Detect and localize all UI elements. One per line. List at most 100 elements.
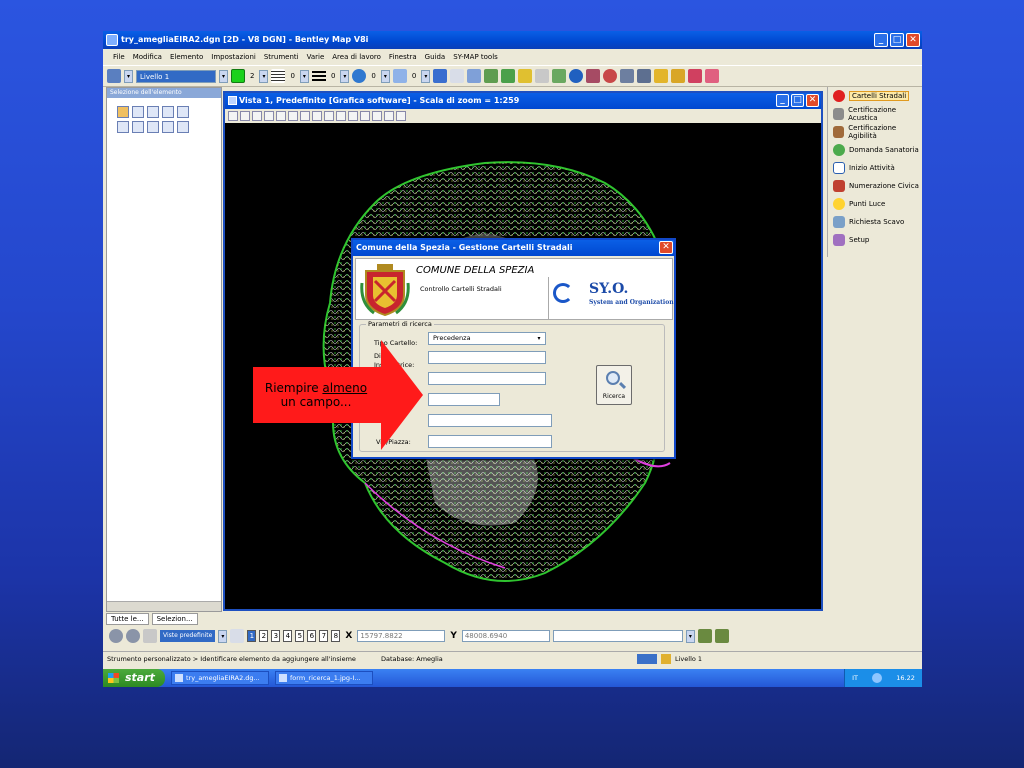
no-entry-icon[interactable] [603, 69, 618, 83]
view-close-button[interactable]: ✕ [806, 94, 819, 107]
menu-impostazioni[interactable]: Impostazioni [207, 53, 260, 61]
window-area-icon[interactable] [300, 111, 310, 121]
camera-icon[interactable] [396, 111, 406, 121]
view-5-button[interactable]: 5 [295, 630, 305, 642]
lock-icon[interactable] [654, 69, 669, 83]
swap-icon[interactable] [697, 629, 712, 643]
task-richiesta-scavo[interactable]: Richiesta Scavo [828, 213, 922, 231]
panel-scrollbar[interactable] [107, 601, 221, 611]
pan-view-icon[interactable] [336, 111, 346, 121]
view-3-button[interactable]: 3 [271, 630, 281, 642]
view-1-button[interactable]: 1 [247, 630, 257, 642]
tool-red-icon[interactable] [688, 69, 703, 83]
lock-status-icon[interactable] [661, 653, 671, 664]
task-punti-luce[interactable]: Punti Luce [828, 195, 922, 213]
level-display-icon[interactable] [107, 69, 121, 83]
view-2-button[interactable]: 2 [259, 630, 269, 642]
menu-file[interactable]: File [109, 53, 129, 61]
view-4-button[interactable]: 4 [283, 630, 293, 642]
polygon-icon[interactable] [484, 69, 499, 83]
menu-varie[interactable]: Varie [303, 53, 329, 61]
line-weight-icon[interactable] [311, 69, 326, 83]
select-arrow-icon[interactable] [117, 106, 129, 118]
search-field-5-input[interactable] [428, 414, 552, 427]
tag-icon[interactable] [552, 69, 567, 83]
select-shape-icon[interactable] [147, 106, 159, 118]
menu-finestra[interactable]: Finestra [385, 53, 421, 61]
zoom-out-icon[interactable] [288, 111, 298, 121]
select-mode-invert-icon[interactable] [162, 121, 174, 133]
x-coordinate-field[interactable]: 15797.8822 [357, 630, 446, 642]
unlock-icon[interactable] [671, 69, 686, 83]
network-icon[interactable] [872, 673, 883, 683]
title-bar[interactable]: try_amegliaEIRA2.dgn [2D - V8 DGN] - Ben… [103, 31, 922, 49]
transparency-icon[interactable] [352, 69, 367, 83]
tab-selezion[interactable]: Selezion... [151, 613, 198, 625]
maximize-button[interactable]: □ [890, 33, 904, 47]
menu-sy-map-tools[interactable]: SY-MAP tools [449, 53, 502, 61]
forward-icon[interactable] [126, 629, 140, 643]
ditta-installatrice-input[interactable] [428, 351, 546, 364]
task-cartelli-stradali[interactable]: Cartelli Stradali [828, 87, 922, 105]
menu-area-di-lavoro[interactable]: Area di lavoro [328, 53, 385, 61]
copy-view-icon[interactable] [372, 111, 382, 121]
accudraw-dropdown[interactable]: ▾ [685, 629, 695, 643]
sy-map-tool-1-icon[interactable] [620, 69, 635, 83]
color-dropdown[interactable]: ▾ [259, 69, 269, 83]
grid-icon[interactable] [586, 69, 601, 83]
tab-tutte[interactable]: Tutte le... [106, 613, 149, 625]
element-selection-icon[interactable] [433, 69, 448, 83]
tipo-cartello-select[interactable]: Precedenza ▾ [428, 332, 546, 345]
select-circle-icon[interactable] [162, 106, 174, 118]
path-icon[interactable] [143, 629, 157, 643]
line-style-dropdown[interactable]: ▾ [299, 69, 309, 83]
task-certificazione-agibilita[interactable]: Certificazione Agibilità [828, 123, 922, 141]
view-7-button[interactable]: 7 [319, 630, 329, 642]
accudraw-field[interactable] [552, 630, 683, 642]
filter-icon[interactable] [714, 629, 729, 643]
menu-elemento[interactable]: Elemento [166, 53, 207, 61]
display-style-icon[interactable] [240, 111, 250, 121]
view-6-button[interactable]: 6 [307, 630, 317, 642]
task-domanda-sanatoria[interactable]: Domanda Sanatoria [828, 141, 922, 159]
line-weight-dropdown[interactable]: ▾ [340, 69, 350, 83]
language-indicator[interactable]: IT [852, 674, 858, 682]
tool-magic-icon[interactable] [705, 69, 720, 83]
light-icon[interactable] [252, 111, 262, 121]
search-field-3-input[interactable] [428, 372, 546, 385]
line-style-icon[interactable] [271, 69, 286, 83]
dialog-close-button[interactable]: ✕ [659, 241, 673, 254]
select-mode-add-icon[interactable] [132, 121, 144, 133]
via-piazza-input[interactable] [428, 435, 552, 448]
select-line-icon[interactable] [177, 106, 189, 118]
level-dropdown-arrow[interactable]: ▾ [219, 69, 228, 83]
view-minimize-button[interactable]: _ [776, 94, 789, 107]
info-icon[interactable] [569, 69, 584, 83]
ricerca-button[interactable]: Ricerca [596, 365, 632, 405]
select-all-icon[interactable] [177, 121, 189, 133]
priority-dropdown[interactable]: ▾ [421, 69, 431, 83]
sy-map-tool-2-icon[interactable] [637, 69, 652, 83]
start-button[interactable]: start [103, 669, 165, 687]
view-previous-icon[interactable] [348, 111, 358, 121]
task-certificazione-acustica[interactable]: Certificazione Acustica [828, 105, 922, 123]
level-display-dropdown[interactable]: ▾ [124, 69, 133, 83]
view-attributes-icon[interactable] [228, 111, 238, 121]
view-8-button[interactable]: 8 [331, 630, 341, 642]
menu-strumenti[interactable]: Strumenti [260, 53, 303, 61]
color-swatch-icon[interactable] [231, 69, 245, 83]
toggle-icon[interactable] [384, 111, 394, 121]
taskbar-item-image-viewer[interactable]: form_ricerca_1.jpg-I... [275, 671, 373, 685]
level-select[interactable]: Livello 1 [136, 69, 216, 83]
views-dropdown[interactable]: ▾ [218, 629, 228, 643]
select-mode-subtract-icon[interactable] [147, 121, 159, 133]
copy-icon[interactable] [450, 69, 465, 83]
priority-icon[interactable] [392, 69, 407, 83]
menu-guida[interactable]: Guida [421, 53, 450, 61]
back-icon[interactable] [109, 629, 123, 643]
transparency-dropdown[interactable]: ▾ [380, 69, 390, 83]
cell-icon[interactable] [501, 69, 516, 83]
taskbar-item-bentley[interactable]: try_amegliaEIRA2.dg... [171, 671, 269, 685]
menu-modifica[interactable]: Modifica [129, 53, 166, 61]
close-button[interactable]: ✕ [906, 33, 920, 47]
